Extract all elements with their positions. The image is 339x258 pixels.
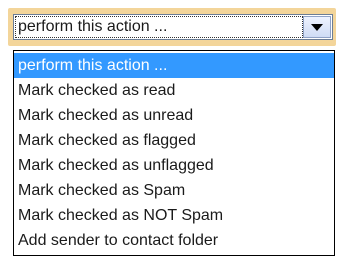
option-mark-not-spam[interactable]: Mark checked as NOT Spam [14,203,334,228]
action-dropdown-list: perform this action ... Mark checked as … [13,50,335,256]
action-select[interactable]: perform this action ... [13,14,333,40]
option-mark-spam[interactable]: Mark checked as Spam [14,178,334,203]
option-mark-flagged[interactable]: Mark checked as flagged [14,128,334,153]
option-add-sender-to-contact-folder[interactable]: Add sender to contact folder [14,228,334,253]
action-select-value[interactable]: perform this action ... [14,15,304,39]
dropdown-button[interactable] [303,16,331,38]
option-perform-this-action[interactable]: perform this action ... [14,53,334,78]
chevron-down-icon [311,23,323,31]
option-mark-read[interactable]: Mark checked as read [14,78,334,103]
option-mark-unread[interactable]: Mark checked as unread [14,103,334,128]
option-mark-unflagged[interactable]: Mark checked as unflagged [14,153,334,178]
